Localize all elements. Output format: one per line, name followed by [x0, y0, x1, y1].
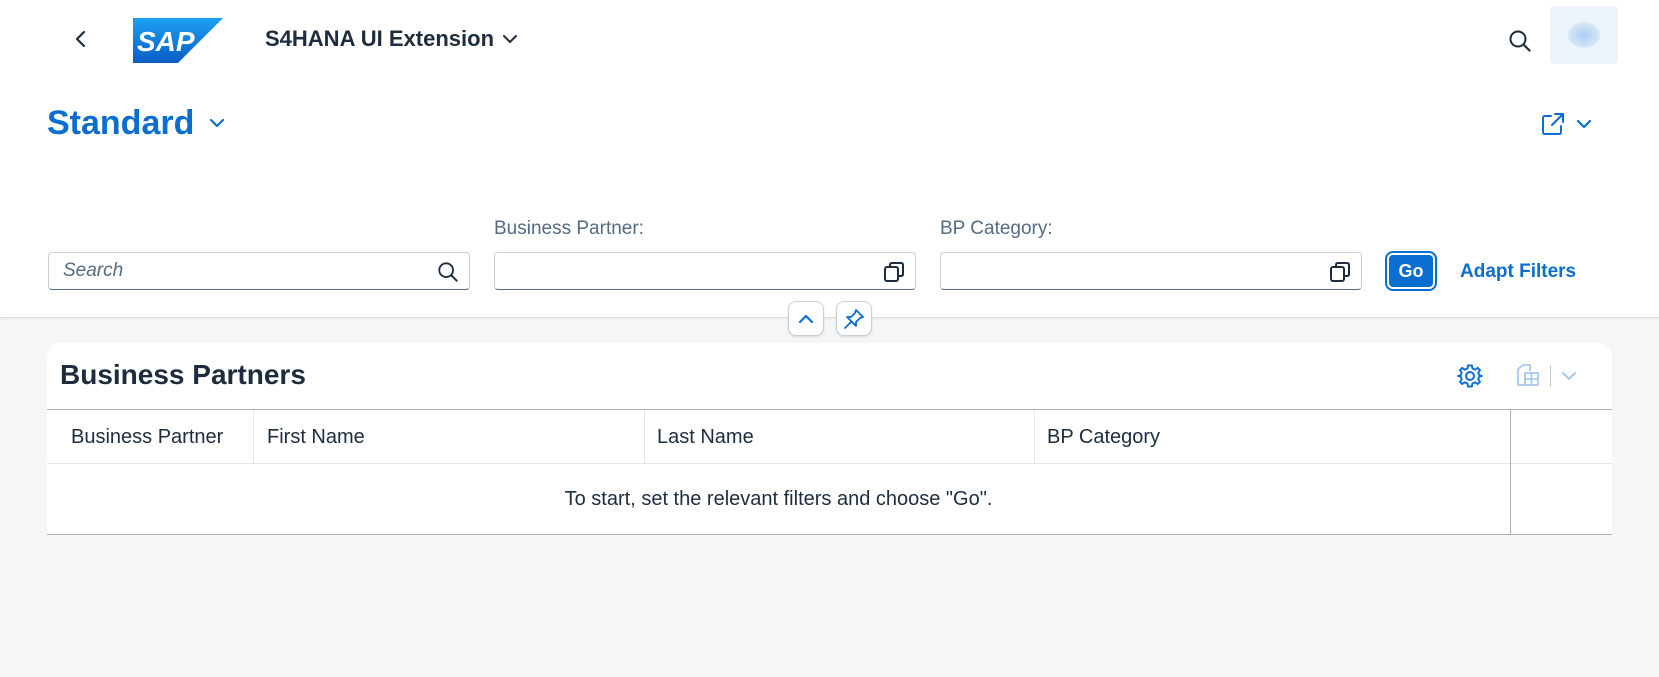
value-help-icon[interactable] — [883, 261, 905, 283]
pin-icon — [844, 308, 864, 329]
app-title: S4HANA UI Extension — [265, 26, 495, 51]
chevron-down-icon — [503, 35, 518, 43]
variant-management[interactable]: Standard — [47, 100, 226, 146]
bp-category-input[interactable] — [941, 253, 1321, 289]
user-avatar[interactable] — [1550, 6, 1618, 64]
dynamic-page-header: SAP S4HANA UI Extension Standard Search … — [0, 0, 1659, 318]
search-icon — [1509, 30, 1531, 52]
search-icon[interactable] — [437, 261, 459, 283]
value-help-icon[interactable] — [1329, 261, 1351, 283]
back-icon — [75, 30, 86, 48]
search-input[interactable] — [49, 253, 429, 289]
adapt-filters-button[interactable]: Adapt Filters — [1460, 261, 1576, 283]
bp-category-label: BP Category: — [940, 218, 1053, 239]
back-button[interactable] — [66, 24, 96, 54]
search-field — [48, 252, 470, 290]
collapse-header-button[interactable] — [788, 301, 824, 336]
table-title: Business Partners — [60, 359, 306, 390]
export-icon — [1517, 364, 1539, 386]
business-partner-label: Business Partner: — [494, 218, 644, 239]
column-header-business-partner[interactable]: Business Partner — [47, 410, 254, 464]
chevron-down-icon — [1576, 119, 1592, 129]
chevron-down-icon — [1562, 372, 1576, 380]
pin-header-button[interactable] — [836, 301, 872, 336]
share-menu-button[interactable] — [1540, 108, 1592, 140]
bp-category-field — [940, 252, 1362, 290]
share-icon — [1542, 113, 1564, 135]
table-divider — [1510, 409, 1511, 534]
export-menu-button[interactable] — [1514, 361, 1577, 391]
column-header-last-name[interactable]: Last Name — [645, 410, 1035, 464]
go-button[interactable]: Go — [1385, 251, 1437, 291]
table-no-data-text: To start, set the relevant filters and c… — [564, 487, 993, 510]
business-partner-input[interactable] — [495, 253, 875, 289]
sap-logo: SAP — [133, 18, 223, 63]
svg-text:SAP: SAP — [137, 26, 195, 57]
shell-search-button[interactable] — [1505, 26, 1535, 56]
shell-bar: SAP S4HANA UI Extension — [0, 0, 1659, 80]
column-header-first-name[interactable]: First Name — [254, 410, 645, 464]
avatar-image — [1568, 22, 1600, 48]
table-settings-button[interactable] — [1455, 361, 1485, 391]
variant-title: Standard — [47, 103, 195, 142]
business-partners-table: Business Partners Business Partner First… — [47, 343, 1612, 535]
app-title-menu[interactable]: S4HANA UI Extension — [265, 24, 518, 54]
settings-icon — [1457, 364, 1483, 388]
chevron-down-icon — [210, 118, 225, 128]
table-header-row: Business Partner First Name Last Name BP… — [47, 409, 1612, 464]
business-partner-field — [494, 252, 916, 290]
collapse-icon — [798, 314, 814, 323]
column-header-bp-category[interactable]: BP Category — [1035, 410, 1510, 464]
toolbar-separator — [1550, 365, 1551, 387]
